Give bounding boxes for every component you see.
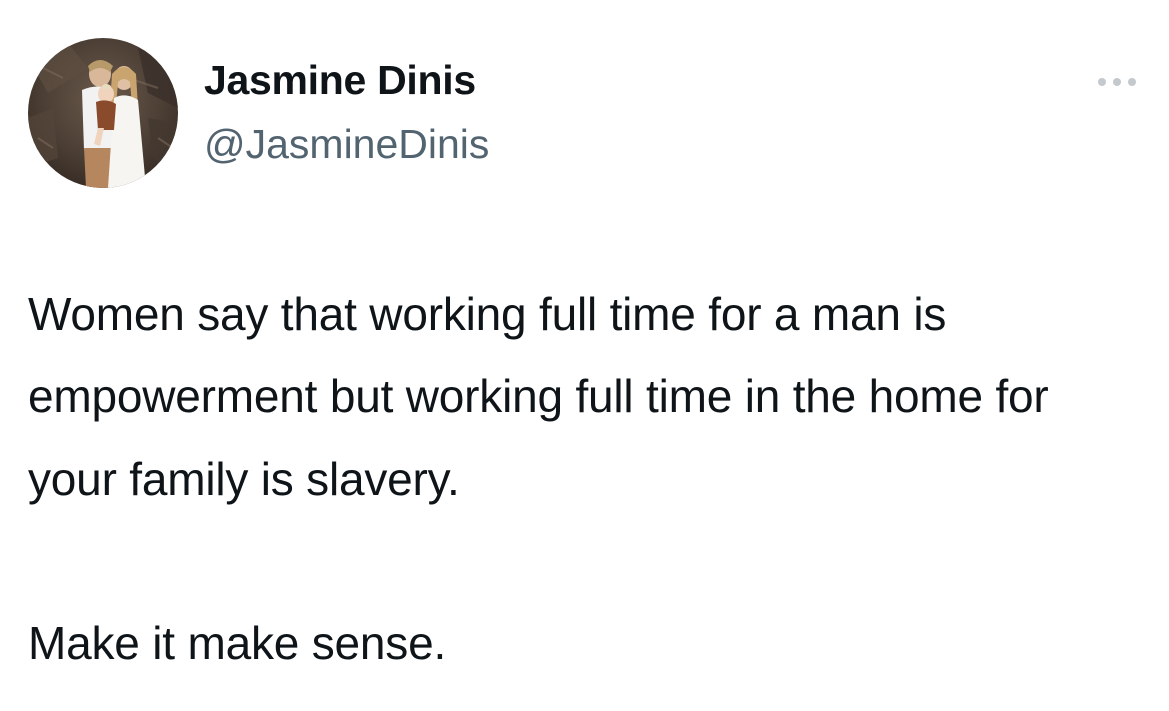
more-options-button[interactable] [1092,68,1142,96]
author-display-name[interactable]: Jasmine Dinis [204,57,476,103]
author-avatar[interactable] [28,38,178,188]
author-handle[interactable]: @JasmineDinis [204,121,489,167]
family-photo-avatar-icon [28,38,178,188]
more-options-icon [1098,78,1136,86]
tweet-card: Jasmine Dinis @JasmineDinis Women say th… [0,0,1169,711]
tweet-text: Women say that working full time for a m… [28,288,1049,670]
